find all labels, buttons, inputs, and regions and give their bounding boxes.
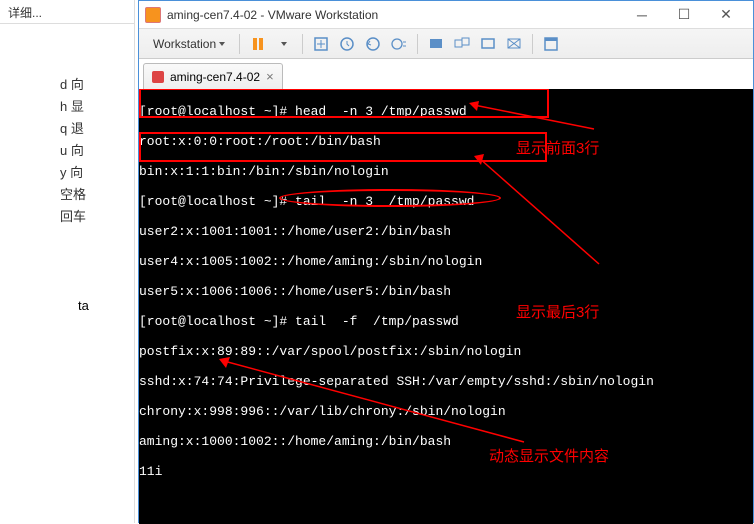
tab-bar: aming-cen7.4-02 × xyxy=(139,59,753,89)
window-titlebar: aming-cen7.4-02 - VMware Workstation ─ ☐… xyxy=(139,1,753,29)
snapshot-button[interactable] xyxy=(335,32,359,56)
terminal-line: postfix:x:89:89::/var/spool/postfix:/sbi… xyxy=(139,344,753,359)
stretch-button[interactable] xyxy=(502,32,526,56)
terminal-line: user4:x:1005:1002::/home/aming:/sbin/nol… xyxy=(139,254,753,269)
console-view-button[interactable] xyxy=(476,32,500,56)
multi-screen-icon xyxy=(454,36,470,52)
chevron-down-icon xyxy=(281,42,287,46)
left-item: 空格 xyxy=(60,184,134,206)
chevron-down-icon xyxy=(219,42,225,46)
left-bottom-item: ta xyxy=(78,298,89,313)
left-item: q 退 xyxy=(60,118,134,140)
left-side-panel: 详细... d 向 h 显 q 退 u 向 y 向 空格 回车 ta xyxy=(0,0,135,523)
terminal-line: bin:x:1:1:bin:/bin:/sbin/nologin xyxy=(139,164,753,179)
send-ctrl-alt-del-button[interactable] xyxy=(309,32,333,56)
left-item: 回车 xyxy=(60,206,134,228)
divider xyxy=(239,34,240,54)
console-icon xyxy=(480,36,496,52)
revert-button[interactable] xyxy=(361,32,385,56)
left-item: h 显 xyxy=(60,96,134,118)
left-header: 详细... xyxy=(0,0,134,24)
workstation-label: Workstation xyxy=(153,37,216,51)
pause-icon xyxy=(253,38,263,50)
workstation-menu[interactable]: Workstation xyxy=(145,33,233,55)
close-icon[interactable]: × xyxy=(266,69,274,84)
clock-icon xyxy=(339,36,355,52)
terminal-line: sshd:x:74:74:Privilege-separated SSH:/va… xyxy=(139,374,753,389)
terminal[interactable]: [root@localhost ~]# head -n 3 /tmp/passw… xyxy=(139,89,753,524)
maximize-button[interactable]: ☐ xyxy=(663,3,705,27)
left-item: d 向 xyxy=(60,74,134,96)
divider xyxy=(532,34,533,54)
minimize-button[interactable]: ─ xyxy=(621,3,663,27)
vm-icon xyxy=(152,71,164,83)
divider xyxy=(417,34,418,54)
terminal-line: [root@localhost ~]# head -n 3 /tmp/passw… xyxy=(139,104,753,119)
clock-back-icon xyxy=(365,36,381,52)
view-button[interactable] xyxy=(539,32,563,56)
divider xyxy=(302,34,303,54)
terminal-line: [root@localhost ~]# tail -n 3 /tmp/passw… xyxy=(139,194,753,209)
terminal-line: 11i xyxy=(139,464,753,479)
box-icon xyxy=(313,36,329,52)
window-icon xyxy=(543,36,559,52)
terminal-line: [root@localhost ~]# tail -f /tmp/passwd xyxy=(139,314,753,329)
vmware-window: aming-cen7.4-02 - VMware Workstation ─ ☐… xyxy=(138,0,754,523)
window-title: aming-cen7.4-02 - VMware Workstation xyxy=(167,8,621,22)
menubar: Workstation xyxy=(139,29,753,59)
snapshot-manager-button[interactable] xyxy=(387,32,411,56)
left-item: y 向 xyxy=(60,162,134,184)
left-item: u 向 xyxy=(60,140,134,162)
close-button[interactable]: ✕ xyxy=(705,3,747,27)
vmware-icon xyxy=(145,7,161,23)
pause-button[interactable] xyxy=(246,32,270,56)
screen-icon xyxy=(428,36,444,52)
vm-tab[interactable]: aming-cen7.4-02 × xyxy=(143,63,283,89)
clock-list-icon xyxy=(391,36,407,52)
annotation-label: 动态显示文件内容 xyxy=(489,449,609,464)
terminal-line: chrony:x:998:996::/var/lib/chrony:/sbin/… xyxy=(139,404,753,419)
terminal-line: root:x:0:0:root:/root:/bin/bash xyxy=(139,134,753,149)
terminal-line: user2:x:1001:1001::/home/user2:/bin/bash xyxy=(139,224,753,239)
terminal-line: user5:x:1006:1006::/home/user5:/bin/bash xyxy=(139,284,753,299)
tab-label: aming-cen7.4-02 xyxy=(170,70,260,84)
left-item-list: d 向 h 显 q 退 u 向 y 向 空格 回车 xyxy=(0,24,134,228)
terminal-line: aming:x:1000:1002::/home/aming:/bin/bash xyxy=(139,434,753,449)
fullscreen-button[interactable] xyxy=(424,32,448,56)
stretch-icon xyxy=(506,36,522,52)
unity-button[interactable] xyxy=(450,32,474,56)
play-dropdown-button[interactable] xyxy=(272,32,296,56)
